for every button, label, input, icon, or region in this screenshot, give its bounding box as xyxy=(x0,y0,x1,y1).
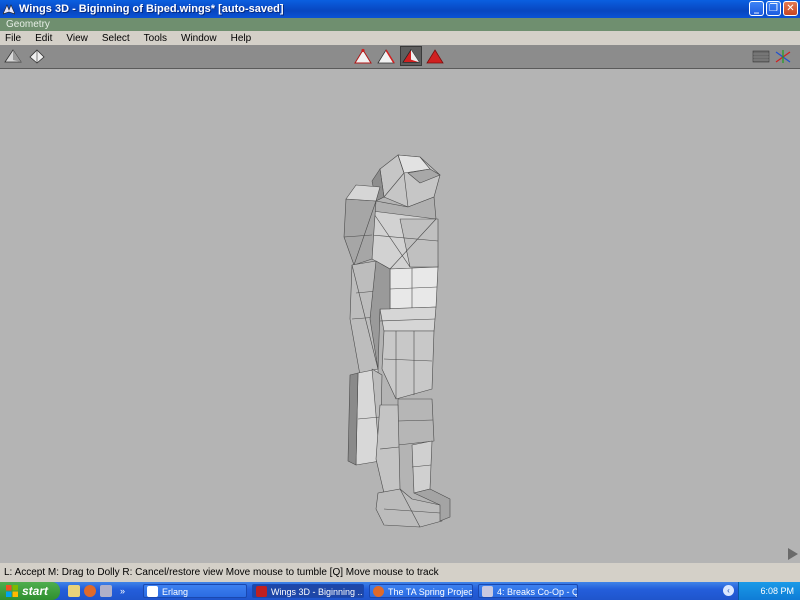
task-label: The TA Spring Project... xyxy=(388,587,473,597)
geometry-viewport[interactable] xyxy=(0,69,800,563)
task-label: Erlang xyxy=(162,587,189,597)
window-title: Wings 3D - Biginning of Biped.wings* [au… xyxy=(19,3,284,15)
ground-plane-icon[interactable] xyxy=(752,48,770,65)
firefox-icon[interactable] xyxy=(84,585,96,597)
menu-window[interactable]: Window xyxy=(181,33,217,44)
geometry-window-bar[interactable]: Geometry xyxy=(0,18,800,31)
menu-edit[interactable]: Edit xyxy=(35,33,52,44)
toolbar xyxy=(0,45,800,69)
maximize-button[interactable]: ❐ xyxy=(766,1,781,16)
start-button[interactable]: start xyxy=(0,582,60,600)
status-bar: L: Accept M: Drag to Dolly R: Cancel/res… xyxy=(0,563,800,582)
face-mode-icon[interactable] xyxy=(400,46,422,66)
tool-icon[interactable] xyxy=(100,585,112,597)
wings-app-icon xyxy=(256,586,268,597)
window-titlebar[interactable]: Wings 3D - Biginning of Biped.wings* [au… xyxy=(0,0,800,18)
windows-logo-icon xyxy=(6,585,18,597)
geometry-label: Geometry xyxy=(6,19,50,30)
wireframe-icon[interactable] xyxy=(28,48,46,65)
system-tray: ‹ 6:08 PM xyxy=(723,582,800,600)
task-erlang[interactable]: Erlang xyxy=(143,584,248,598)
wings-app-icon xyxy=(3,3,15,14)
menu-file[interactable]: File xyxy=(5,33,21,44)
axes-icon[interactable] xyxy=(774,48,792,65)
menu-bar: File Edit View Select Tools Window Help xyxy=(0,31,800,45)
status-text: L: Accept M: Drag to Dolly R: Cancel/res… xyxy=(4,567,439,578)
minimize-button[interactable]: _ xyxy=(749,1,764,16)
start-label: start xyxy=(22,584,49,598)
back-arrow-icon[interactable]: ‹ xyxy=(723,585,734,596)
menu-view[interactable]: View xyxy=(66,33,88,44)
vertex-mode-icon[interactable] xyxy=(354,48,372,65)
menu-select[interactable]: Select xyxy=(102,33,130,44)
folder-icon[interactable] xyxy=(68,585,80,597)
task-label: 4: Breaks Co-Op - Qu... xyxy=(497,587,577,597)
task-breaks-coop[interactable]: 4: Breaks Co-Op - Qu... xyxy=(478,584,579,598)
task-wings3d[interactable]: Wings 3D - Biginning ... xyxy=(252,584,365,598)
task-ta-spring[interactable]: The TA Spring Project... xyxy=(369,584,474,598)
quick-launch-overflow[interactable]: » xyxy=(120,586,125,596)
edge-mode-icon[interactable] xyxy=(377,48,395,65)
close-button[interactable]: ✕ xyxy=(783,1,798,16)
menu-tools[interactable]: Tools xyxy=(144,33,167,44)
quick-launch: » xyxy=(68,585,125,597)
smooth-shading-icon[interactable] xyxy=(4,48,22,65)
resize-grip-icon[interactable] xyxy=(788,548,798,560)
tool-icon xyxy=(482,586,494,597)
erlang-icon xyxy=(147,586,159,597)
taskbar: start » Erlang Wings 3D - Biginning ... … xyxy=(0,582,800,600)
menu-help[interactable]: Help xyxy=(231,33,252,44)
clock[interactable]: 6:08 PM xyxy=(760,586,794,596)
body-mode-icon[interactable] xyxy=(426,48,444,65)
task-label: Wings 3D - Biginning ... xyxy=(271,587,365,597)
firefox-icon xyxy=(373,586,385,597)
biped-model xyxy=(343,154,451,528)
